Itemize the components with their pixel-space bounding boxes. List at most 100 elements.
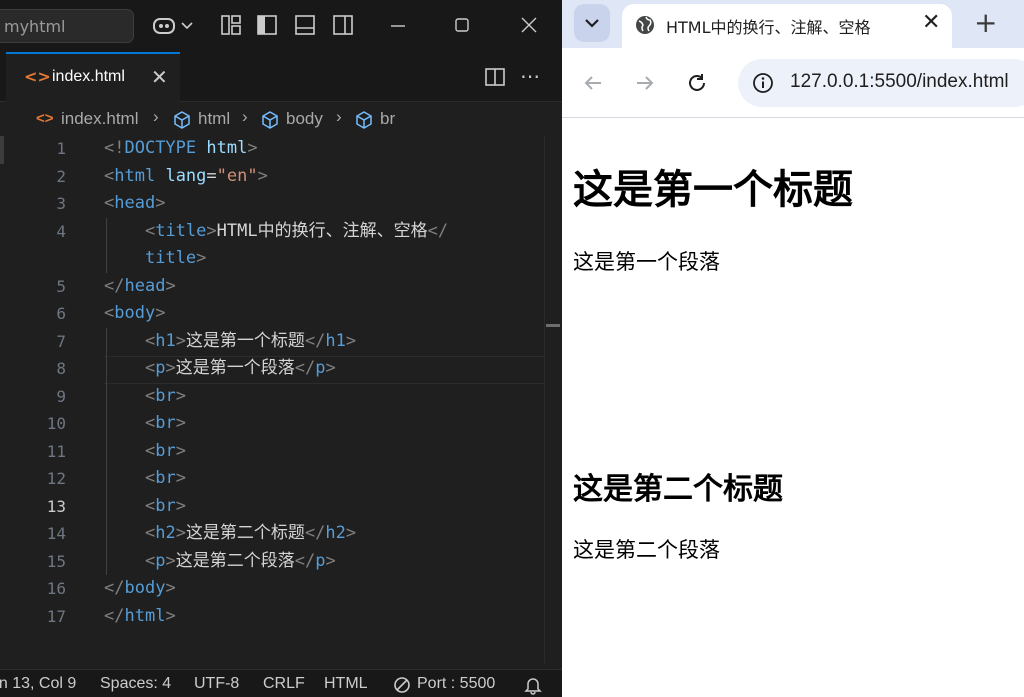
line-number: 13 <box>46 496 66 516</box>
line-number: 4 <box>56 221 66 241</box>
close-tab-icon[interactable]: ✕ <box>151 65 168 89</box>
code-token: > <box>175 330 186 351</box>
code-line[interactable]: <html lang="en"> <box>104 163 268 191</box>
close-tab-icon[interactable]: ✕ <box>922 10 940 35</box>
toggle-panel-icon[interactable] <box>294 14 316 38</box>
code-token: title <box>144 248 197 268</box>
code-line[interactable]: <h2>这是第二个标题</h2> <box>104 520 356 548</box>
minimize-icon[interactable] <box>388 14 408 38</box>
code-token: > <box>165 358 176 378</box>
line-number: 10 <box>46 414 66 433</box>
html-file-icon: <> <box>24 67 51 86</box>
code-token: html <box>114 165 156 186</box>
code-token: DOCTYPE <box>124 138 197 158</box>
code-token: h2 <box>155 523 176 543</box>
code-editor[interactable]: 1 <!DOCTYPE html> 2 <html lang="en"> 3 <head>… <box>0 135 562 663</box>
code-token: p <box>155 358 166 378</box>
new-tab-plus-icon[interactable]: + <box>974 6 997 39</box>
code-token: > <box>196 248 207 268</box>
code-line[interactable]: </body> <box>104 575 176 603</box>
code-token: h2 <box>325 523 346 543</box>
code-line[interactable]: <br> <box>104 493 186 521</box>
more-actions-icon[interactable]: ⋯ <box>520 64 540 88</box>
line-number: 3 <box>56 194 66 213</box>
indent-guide <box>106 217 107 273</box>
code-line[interactable]: <body> <box>104 300 165 328</box>
tab-index-html[interactable]: <> index.html ✕ <box>6 52 180 102</box>
breadcrumb-body[interactable]: body <box>286 109 323 129</box>
code-line[interactable]: <p>这是第二个段落</p> <box>104 548 336 576</box>
breadcrumb-html[interactable]: html <box>198 109 230 129</box>
code-line[interactable]: <br> <box>104 383 186 411</box>
code-line[interactable]: <!DOCTYPE html> <box>104 135 258 163</box>
customize-layout-icon[interactable] <box>220 14 242 38</box>
code-line[interactable]: <br> <box>104 465 186 493</box>
code-token: < <box>144 413 156 433</box>
code-token: > <box>175 413 186 433</box>
page-heading-1: 这是第一个标题 <box>573 167 853 213</box>
code-token: > <box>165 605 176 626</box>
globe-icon <box>636 16 654 34</box>
rendered-page: 这是第一个标题 这是第一个段落 这是第二个标题 这是第二个段落 <box>562 119 1024 697</box>
editor-scrollbar[interactable] <box>544 135 562 663</box>
scrollbar-thumb[interactable] <box>546 324 560 327</box>
split-editor-icon[interactable] <box>484 66 506 90</box>
status-cursor-position[interactable]: Ln 13, Col 9 <box>0 675 76 693</box>
tab-search-button[interactable] <box>574 4 610 42</box>
vscode-window: myhtml <> index.html ✕ ⋯ <> index.html ›… <box>0 0 562 697</box>
reload-icon[interactable] <box>686 72 708 94</box>
back-arrow-icon[interactable] <box>582 72 604 94</box>
close-window-icon[interactable] <box>519 14 539 38</box>
code-token: head <box>124 275 166 296</box>
command-center-search[interactable]: myhtml <box>0 9 134 43</box>
status-encoding[interactable]: UTF-8 <box>194 675 239 693</box>
code-token: > <box>155 193 166 213</box>
code-line[interactable]: <p>这是第一个段落</p> <box>104 355 336 383</box>
code-token: < <box>104 303 115 323</box>
code-token: lang <box>165 165 207 186</box>
line-number: 11 <box>46 441 66 461</box>
code-line[interactable]: title> <box>104 245 206 273</box>
line-number: 2 <box>56 166 66 186</box>
html-file-icon: <> <box>36 110 54 127</box>
browser-tab[interactable]: HTML中的换行、注解、空格 ✕ <box>622 4 952 48</box>
code-line[interactable]: <title>HTML中的换行、注解、空格</ <box>104 218 448 246</box>
code-token: title <box>155 220 207 241</box>
code-token: html <box>206 138 248 158</box>
status-eol[interactable]: CRLF <box>263 675 305 693</box>
code-line[interactable]: <head> <box>104 190 165 218</box>
notifications-bell-icon[interactable] <box>524 675 542 695</box>
status-live-server-port[interactable]: Port : 5500 <box>417 675 495 693</box>
status-language[interactable]: HTML <box>324 675 368 693</box>
code-line[interactable]: <br> <box>104 410 186 438</box>
code-token: > <box>165 550 176 571</box>
element-cube-icon <box>174 111 190 129</box>
breadcrumb-file[interactable]: index.html <box>61 109 138 129</box>
maximize-icon[interactable] <box>452 14 472 38</box>
forward-arrow-icon[interactable] <box>634 72 656 94</box>
code-line[interactable]: <h1>这是第一个标题</h1> <box>104 328 356 356</box>
code-token: body <box>124 578 166 598</box>
copilot-icon[interactable] <box>152 14 196 38</box>
code-token: > <box>257 165 268 186</box>
code-token: p <box>155 550 166 571</box>
code-line[interactable]: </html> <box>104 603 176 631</box>
code-line[interactable]: </head> <box>104 273 176 301</box>
status-indentation[interactable]: Spaces: 4 <box>100 675 171 693</box>
site-info-icon[interactable] <box>752 72 774 94</box>
toggle-primary-sidebar-icon[interactable] <box>256 14 278 38</box>
code-line[interactable]: <br> <box>104 438 186 466</box>
code-token: < <box>144 385 156 406</box>
code-token: </ <box>304 523 326 543</box>
toggle-secondary-sidebar-icon[interactable] <box>332 14 354 38</box>
address-bar[interactable]: 127.0.0.1:5500/index.html <box>738 59 1024 107</box>
breadcrumb-br[interactable]: br <box>380 109 395 129</box>
page-heading-2: 这是第二个标题 <box>573 472 783 507</box>
code-token: 这是第二个标题 <box>185 523 305 543</box>
code-token: </ <box>294 358 316 378</box>
